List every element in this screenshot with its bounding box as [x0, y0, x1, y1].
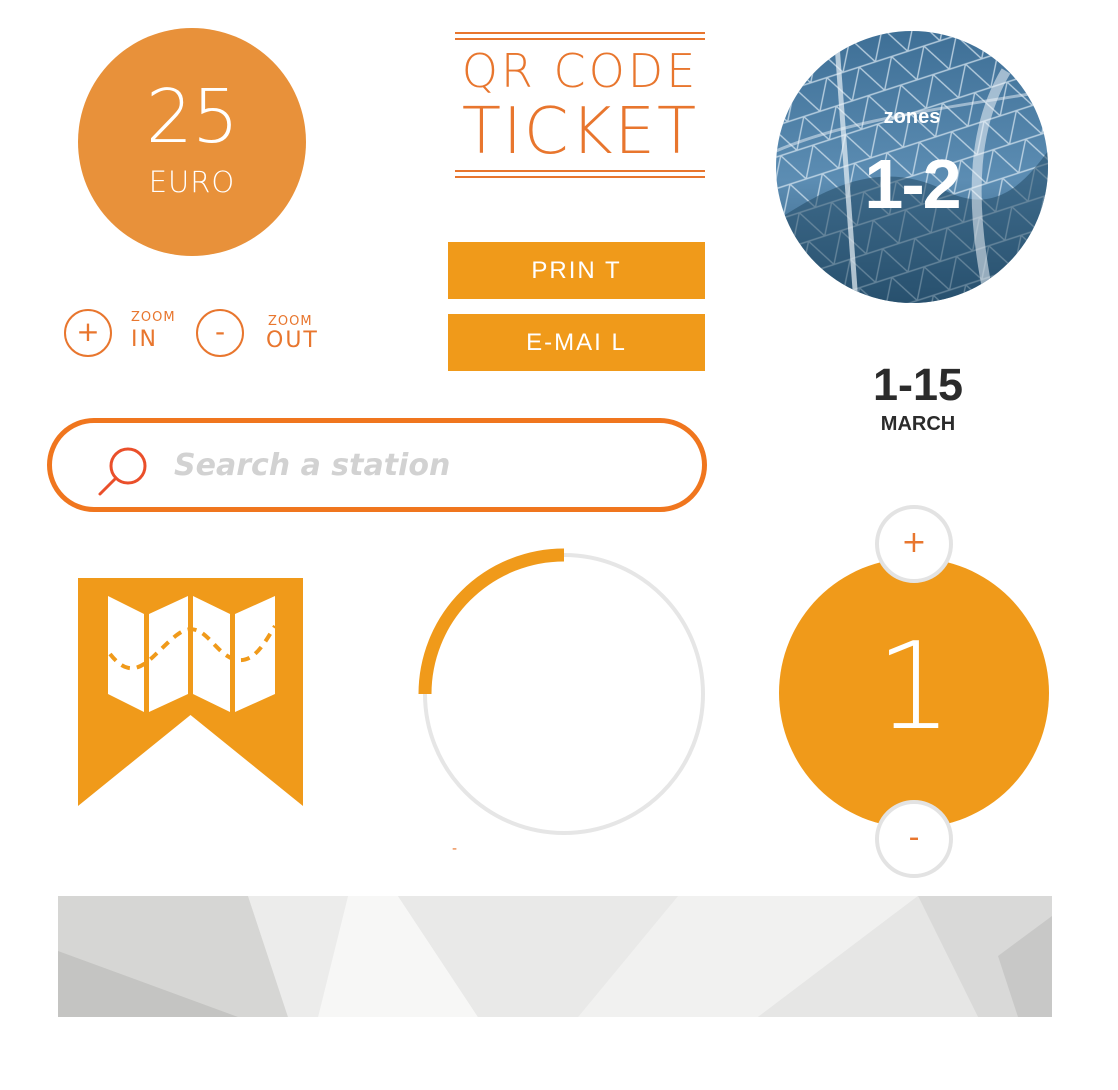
progress-arc [418, 548, 565, 695]
plus-icon: + [76, 315, 100, 348]
increment-button[interactable]: + [875, 505, 953, 583]
title-rule [455, 170, 705, 172]
zoom-out-label[interactable]: OUT [266, 330, 319, 352]
zones-value: 1-2 [864, 145, 961, 223]
plus-icon: + [901, 525, 927, 560]
search-input[interactable] [174, 441, 674, 489]
ticket-title: QR CODE TICKET [455, 30, 705, 180]
quantity-counter: 1 [779, 558, 1049, 828]
price-amount: 25 [145, 74, 239, 160]
zoom-in-button[interactable]: + [64, 309, 112, 357]
print-button[interactable]: PRIN T [448, 242, 705, 299]
date-month: MARCH [880, 413, 956, 435]
title-rule [455, 176, 705, 178]
zones-label: zones [883, 106, 941, 128]
date-range: 1-15 [872, 359, 964, 410]
search-icon[interactable] [95, 443, 151, 499]
zoom-out-caption: ZOOM [268, 314, 313, 329]
decrement-button[interactable]: - [875, 800, 953, 878]
ticket-title-line1: QR CODE [461, 44, 699, 98]
email-button[interactable]: E-MAI L [448, 314, 705, 371]
minus-icon: - [214, 315, 226, 348]
zoom-out-button[interactable]: - [196, 309, 244, 357]
progress-label: - [452, 841, 458, 857]
title-rule [455, 38, 705, 40]
zoom-in-label[interactable]: IN [131, 329, 158, 351]
counter-value: 1 [875, 618, 953, 757]
title-rule [455, 32, 705, 34]
price-circle: 25 EURO [78, 28, 306, 256]
search-bar[interactable] [47, 418, 707, 512]
map-icon[interactable] [78, 578, 303, 806]
price-currency: EURO [148, 165, 236, 199]
decorative-banner [58, 896, 1052, 1017]
progress-ring [418, 548, 705, 835]
zoom-in-caption: ZOOM [131, 310, 176, 325]
zones-badge: zones 1-2 [776, 31, 1048, 303]
minus-icon: - [908, 820, 920, 855]
ticket-title-line2: TICKET [461, 95, 699, 169]
